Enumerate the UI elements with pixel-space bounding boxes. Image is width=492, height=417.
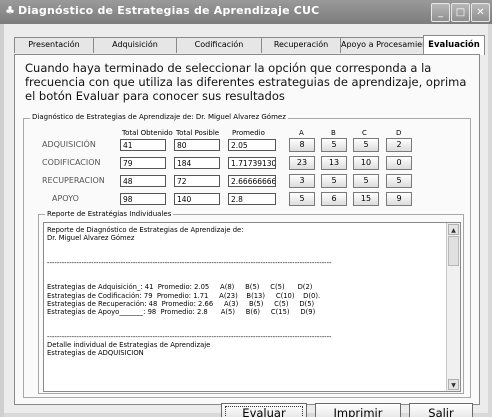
scroll-thumb[interactable] [448, 236, 459, 266]
row-label-recuperacion: RECUPERACION [42, 176, 105, 185]
recuperacion-posible-field[interactable]: 72 [174, 175, 220, 187]
header-total-posible: Total Posible [176, 129, 220, 137]
apoyo-d-button[interactable]: 9 [386, 192, 412, 206]
header-b: B [331, 129, 336, 137]
header-d: D [396, 129, 402, 137]
codificacion-c-button[interactable]: 10 [353, 156, 379, 170]
scroll-down-icon[interactable]: ▼ [448, 379, 459, 390]
salir-button[interactable]: Salir [409, 403, 473, 417]
codificacion-obtenido-field[interactable]: 79 [120, 157, 166, 169]
tab-apoyo-procesamiento[interactable]: Apoyo a Procesamiento [340, 37, 424, 53]
tab-codificacion[interactable]: Codificación [176, 37, 262, 53]
title-bar[interactable]: ♣ Diagnóstico de Estrategias de Aprendiz… [0, 0, 492, 24]
report-text: Reporte de Diagnóstico de Estrategias de… [47, 226, 332, 358]
instructions-text: Cuando haya terminado de seleccionar la … [25, 61, 467, 103]
recuperacion-d-button[interactable]: 5 [386, 174, 412, 188]
recuperacion-c-button[interactable]: 5 [353, 174, 379, 188]
evaluacion-page: Cuando haya terminado de seleccionar la … [14, 54, 480, 417]
codificacion-a-button[interactable]: 23 [289, 156, 315, 170]
recuperacion-obtenido-field[interactable]: 48 [120, 175, 166, 187]
adquisicion-posible-field[interactable]: 80 [174, 139, 220, 151]
adquisicion-d-button[interactable]: 2 [386, 138, 412, 152]
adquisicion-b-button[interactable]: 5 [321, 138, 347, 152]
codificacion-b-button[interactable]: 13 [321, 156, 347, 170]
recuperacion-promedio-field[interactable]: 2.66666666 [228, 175, 276, 187]
report-textarea[interactable]: Reporte de Diagnóstico de Estrategias de… [43, 222, 461, 392]
codificacion-promedio-field[interactable]: 1.71739130 [228, 157, 276, 169]
report-group-legend: Reporte de Estratégias Individuales [45, 210, 174, 218]
adquisicion-a-button[interactable]: 8 [289, 138, 315, 152]
apoyo-a-button[interactable]: 5 [289, 192, 315, 206]
scroll-up-icon[interactable]: ▲ [448, 224, 459, 235]
codificacion-d-button[interactable]: 0 [386, 156, 412, 170]
header-total-obtenido: Total Obtenido [122, 129, 173, 137]
row-label-codificacion: CODIFICACION [42, 158, 101, 167]
app-window: ♣ Diagnóstico de Estrategias de Aprendiz… [0, 0, 492, 417]
row-label-adquisicion: ADQUISICIÓN [42, 140, 96, 149]
tab-evaluacion[interactable]: Evaluación [423, 35, 485, 55]
apoyo-obtenido-field[interactable]: 98 [120, 193, 166, 205]
apoyo-promedio-field[interactable]: 2.8 [228, 193, 276, 205]
diagnostic-group: Diagnóstico de Estrategias de Aprendizaj… [23, 113, 471, 398]
recuperacion-b-button[interactable]: 5 [321, 174, 347, 188]
minimize-button[interactable]: _ [431, 3, 450, 22]
adquisicion-promedio-field[interactable]: 2.05 [228, 139, 276, 151]
recuperacion-a-button[interactable]: 3 [289, 174, 315, 188]
report-scrollbar[interactable]: ▲ ▼ [446, 223, 460, 391]
report-group: Reporte de Estratégias Individuales Repo… [38, 210, 464, 394]
apoyo-b-button[interactable]: 6 [321, 192, 347, 206]
apoyo-posible-field[interactable]: 140 [174, 193, 220, 205]
close-button[interactable]: ✕ [471, 3, 490, 22]
header-c: C [362, 129, 367, 137]
codificacion-posible-field[interactable]: 184 [174, 157, 220, 169]
tab-adquisicion[interactable]: Adquisición [93, 37, 177, 53]
maximize-button[interactable]: □ [451, 3, 470, 22]
apoyo-c-button[interactable]: 15 [353, 192, 379, 206]
diagnostic-group-legend: Diagnóstico de Estrategias de Aprendizaj… [30, 113, 288, 121]
header-promedio: Promedio [232, 129, 265, 137]
window-title: Diagnóstico de Estrategias de Aprendizaj… [18, 4, 320, 17]
adquisicion-c-button[interactable]: 5 [353, 138, 379, 152]
tab-recuperacion[interactable]: Recuperación [261, 37, 341, 53]
app-icon: ♣ [5, 4, 15, 17]
tab-presentacion[interactable]: Presentación [14, 37, 94, 53]
focus-ring [225, 406, 303, 417]
adquisicion-obtenido-field[interactable]: 41 [120, 139, 166, 151]
main-panel: Presentación Adquisición Codificación Re… [4, 24, 488, 417]
row-label-apoyo: APOYO [52, 194, 79, 203]
header-a: A [299, 129, 304, 137]
imprimir-button[interactable]: Imprimir [315, 403, 401, 417]
evaluar-button[interactable]: Evaluar [221, 403, 307, 417]
